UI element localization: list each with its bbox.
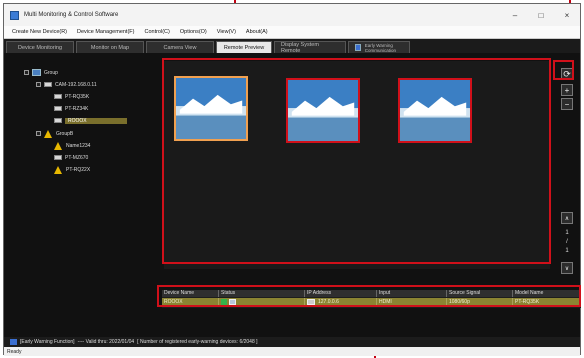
early-warning-bar: [Early Warning Function] ---- Valid thru… [4, 337, 580, 347]
expand-toggle-icon[interactable] [36, 131, 41, 136]
tab-early-warning[interactable]: Early Warning Communication [348, 41, 410, 53]
column-header[interactable]: Source Signal [447, 290, 513, 297]
projector-icon [54, 106, 62, 111]
preview-thumbnail[interactable]: Panasonic [398, 78, 472, 143]
tree-item-label: PT-RQ35K [65, 93, 90, 100]
tree-item-label: ROOOX [65, 117, 127, 124]
tab-early-warning-label: Early Warning Communication [364, 42, 397, 53]
menu-create-new-device[interactable]: Create New Device(R) [12, 29, 67, 35]
zoom-out-button[interactable]: − [561, 98, 573, 110]
device-table: Device Name Status IP Address Input Sour… [162, 290, 581, 308]
thumbnail-caption: Panasonic [200, 105, 223, 110]
column-header[interactable]: Model Name [513, 290, 581, 297]
tree-item-groupb[interactable]: GroupB [36, 129, 73, 138]
cell-signal: 1080/60p [447, 298, 513, 306]
maximize-button[interactable]: □ [528, 4, 554, 26]
menu-about[interactable]: About(A) [246, 29, 268, 35]
cell-model: PT-RQ35K [513, 298, 581, 306]
tab-bar: Device Monitoring Monitor on Map Camera … [4, 39, 580, 54]
page-up-button[interactable]: ∧ [561, 212, 573, 224]
expand-toggle-icon[interactable] [24, 70, 29, 75]
preview-status-icon [229, 299, 236, 305]
projector-icon [54, 118, 62, 123]
minimize-button[interactable]: – [502, 4, 528, 26]
status-bar: Ready [4, 347, 580, 356]
app-icon [10, 10, 19, 20]
warning-icon [54, 165, 63, 174]
close-button[interactable]: × [554, 4, 580, 26]
cell-input: HDMI [377, 298, 447, 306]
tab-camera-view[interactable]: Camera View [146, 41, 214, 53]
early-warning-count: [ Number of registered early-warning dev… [137, 339, 258, 345]
network-icon [44, 82, 52, 87]
thumbnail-caption: Panasonic [424, 107, 447, 112]
tree-item-label: CAM-192.168.0.11 [55, 81, 97, 88]
cell-ip-value: 127.0.0.6 [318, 299, 339, 305]
status-text: Ready [7, 348, 22, 355]
tree-item-device[interactable]: PT-MZ670 [54, 153, 88, 162]
tree-item-device[interactable]: PT-RQ35K [54, 92, 89, 101]
refresh-button[interactable]: ⟳ [561, 68, 573, 80]
title-bar: Multi Monitoring & Control Software – □ … [4, 4, 580, 26]
tree-item-label: PT-RQ22X [66, 166, 91, 173]
menu-view[interactable]: View(V) [217, 29, 236, 35]
column-header[interactable]: IP Address [305, 290, 377, 297]
status-ok-icon [221, 299, 227, 305]
early-warning-icon [355, 44, 361, 51]
column-header[interactable]: Device Name [162, 290, 219, 297]
tree-item-label: GroupB [56, 130, 74, 137]
tree-item-device[interactable]: PT-RZ34K [54, 104, 88, 113]
preview-thumbnail[interactable]: Panasonic [286, 78, 360, 143]
device-tree: Group CAM-192.168.0.11 PT-RQ35K PT-RZ34K… [14, 64, 159, 274]
group-icon [32, 69, 41, 76]
early-warning-valid: ---- Valid thru: 2022/01/04 [77, 339, 135, 345]
preview-thumbnail[interactable]: Panasonic [174, 76, 248, 141]
tree-item-group[interactable]: Group [24, 68, 58, 77]
tree-item-device[interactable]: Name1234 [54, 141, 90, 150]
tree-item-device[interactable]: PT-RQ22X [54, 165, 90, 174]
menu-device-management[interactable]: Device Management(F) [77, 29, 134, 35]
column-header[interactable]: Input [377, 290, 447, 297]
column-header[interactable]: Status [219, 290, 305, 297]
tree-item-label: Group [44, 69, 58, 76]
tree-item-label: PT-MZ670 [65, 154, 89, 161]
page-current: 1 [565, 230, 569, 236]
cell-ip: 127.0.0.6 [305, 298, 377, 306]
tree-item-device-selected[interactable]: ROOOX [54, 116, 127, 125]
menu-bar: Create New Device(R) Device Management(F… [4, 26, 580, 39]
window-title: Multi Monitoring & Control Software [24, 12, 119, 18]
page-down-button[interactable]: ∨ [561, 262, 573, 274]
cell-device-name: ROOOX [162, 298, 219, 306]
remote-preview-panel: Panasonic Panasonic Panasonic [164, 61, 550, 269]
tab-remote-preview[interactable]: Remote Preview [216, 41, 272, 53]
tab-display-system-remote[interactable]: Display System Remote [274, 41, 346, 54]
thumbnail-caption: Panasonic [312, 107, 335, 112]
table-row[interactable]: ROOOX 127.0.0.6 HDMI 1080/60p PT-RQ35K [162, 298, 581, 306]
cell-status [219, 298, 305, 306]
projector-icon [54, 94, 62, 99]
app-window: Multi Monitoring & Control Software – □ … [3, 3, 581, 356]
tree-item-label: PT-RZ34K [65, 105, 89, 112]
menu-control[interactable]: Control(C) [144, 29, 169, 35]
tree-item-label: Name1234 [66, 142, 91, 149]
table-header: Device Name Status IP Address Input Sour… [162, 290, 581, 297]
page-separator: / [566, 239, 568, 245]
tree-item-subnet[interactable]: CAM-192.168.0.11 [36, 80, 97, 89]
warning-icon [54, 141, 63, 150]
menu-options[interactable]: Options(O) [180, 29, 207, 35]
early-warning-icon [10, 339, 17, 345]
tab-monitor-on-map[interactable]: Monitor on Map [76, 41, 144, 53]
zoom-in-button[interactable]: + [561, 84, 573, 96]
tab-device-monitoring[interactable]: Device Monitoring [6, 41, 74, 53]
refresh-icon: ⟳ [563, 68, 571, 79]
page-total: 1 [565, 248, 569, 254]
early-warning-label: [Early Warning Function] [20, 339, 75, 345]
projector-icon [307, 299, 315, 305]
expand-toggle-icon[interactable] [36, 82, 41, 87]
projector-icon [54, 155, 62, 160]
warning-icon [44, 129, 53, 138]
